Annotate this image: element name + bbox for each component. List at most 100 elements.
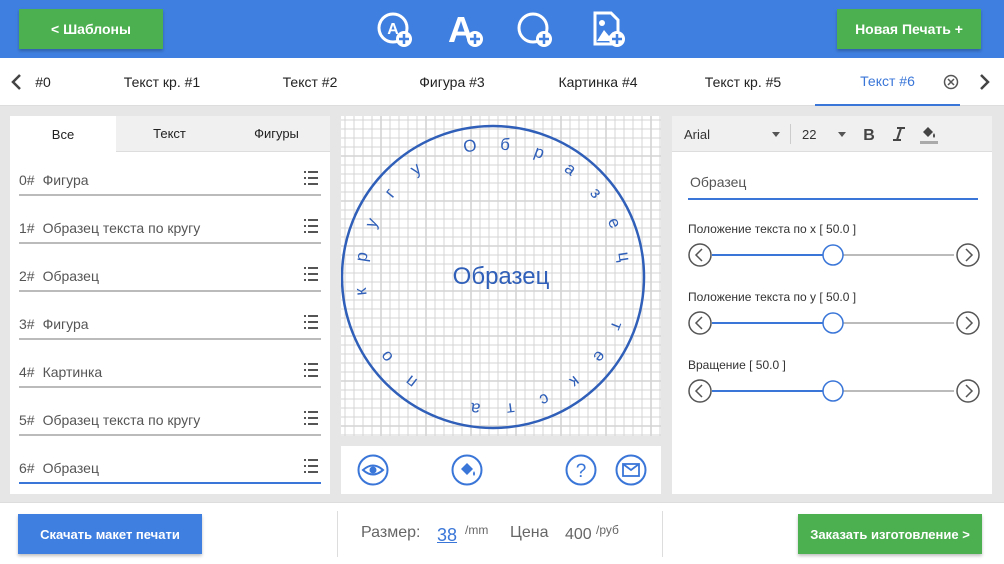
circle-text-char: а xyxy=(561,158,580,179)
item-label: Фигура xyxy=(42,172,89,188)
text-color-icon[interactable] xyxy=(919,123,939,145)
item-number: 1# xyxy=(19,220,35,236)
item-label: Образец xyxy=(42,460,99,476)
add-circle-text-icon[interactable]: A xyxy=(375,8,417,50)
item-label: Образец текста по кругу xyxy=(42,220,201,236)
subtab-shapes[interactable]: Фигуры xyxy=(223,116,330,152)
order-button[interactable]: Заказать изготовление > xyxy=(798,514,982,554)
size-value[interactable]: 38 xyxy=(437,525,457,546)
list-item[interactable]: 0# Фигура xyxy=(19,152,321,196)
item-label: Образец xyxy=(42,268,99,284)
slider-label: Положение текста по y [ 50.0 ] xyxy=(688,290,857,304)
add-image-icon[interactable] xyxy=(587,8,629,50)
footer-divider-right xyxy=(662,511,663,557)
tab-6[interactable]: Текст #6 xyxy=(815,58,960,106)
price-unit: /руб xyxy=(596,523,619,537)
object-tabs-bar: #0 Текст кр. #1 Текст #2 Фигура #3 Карти… xyxy=(0,58,1004,106)
new-print-button[interactable]: Новая Печать + xyxy=(837,9,981,49)
tab-0[interactable]: #0 xyxy=(26,58,60,106)
slider-label: Вращение [ 50.0 ] xyxy=(688,358,786,372)
canvas-panel: Образецтекстапокругу Образец xyxy=(340,116,661,436)
circle-text-char: О xyxy=(462,135,478,156)
decrement-icon[interactable] xyxy=(688,243,712,267)
top-bar: < Шаблоны A A Новая Печать + xyxy=(0,0,1004,58)
circle-text-char: б xyxy=(499,135,511,155)
properties-panel: Arial 22 B Образец Положение текста по x… xyxy=(672,116,992,494)
send-mail-icon[interactable] xyxy=(615,454,647,486)
price-label: Цена xyxy=(510,524,549,541)
increment-icon[interactable] xyxy=(956,243,980,267)
circle-text-char: ц xyxy=(614,250,634,263)
layers-panel: Все Текст Фигуры 0# Фигура 1# Образец текст… xyxy=(10,116,330,494)
chevron-right-icon[interactable] xyxy=(977,73,991,91)
item-number: 3# xyxy=(19,316,35,332)
slider-row xyxy=(688,243,980,267)
templates-button[interactable]: < Шаблоны xyxy=(19,9,163,49)
font-size-select[interactable]: 22 xyxy=(796,116,850,152)
increment-icon[interactable] xyxy=(956,379,980,403)
list-item[interactable]: 6# Образец xyxy=(19,440,321,484)
svg-text:?: ? xyxy=(576,461,587,482)
stamp-canvas[interactable]: Об разецтекстапокругу Образец xyxy=(340,116,661,436)
bottom-bar: Скачать макет печати Размер: 38 /mm Цена… xyxy=(0,502,1004,564)
subtab-all[interactable]: Все xyxy=(10,116,116,152)
svg-text:B: B xyxy=(863,127,875,143)
circle-text-char: р xyxy=(351,251,371,263)
format-toolbar: Arial 22 B xyxy=(672,116,992,152)
italic-icon[interactable] xyxy=(890,125,908,143)
item-menu-icon[interactable] xyxy=(303,170,319,186)
chevron-left-icon[interactable] xyxy=(10,73,24,91)
fill-color-icon[interactable] xyxy=(451,454,483,486)
font-size-value: 22 xyxy=(802,126,817,142)
footer-divider-left xyxy=(337,511,338,557)
slider-thumb[interactable] xyxy=(822,380,844,402)
item-menu-icon[interactable] xyxy=(303,458,319,474)
close-tab-icon[interactable] xyxy=(943,74,959,90)
slider-thumb[interactable] xyxy=(822,244,844,266)
bold-icon[interactable]: B xyxy=(860,125,878,143)
size-label: Размер: xyxy=(361,524,421,541)
tab-3[interactable]: Фигура #3 xyxy=(392,58,512,106)
help-icon[interactable]: ? xyxy=(565,454,597,486)
list-item[interactable]: 2# Образец xyxy=(19,248,321,292)
tab-5[interactable]: Текст кр. #5 xyxy=(683,58,803,106)
item-number: 0# xyxy=(19,172,35,188)
decrement-icon[interactable] xyxy=(688,311,712,335)
subtab-text[interactable]: Текст xyxy=(116,116,223,152)
font-value: Arial xyxy=(684,126,711,142)
item-number: 2# xyxy=(19,268,35,284)
item-menu-icon[interactable] xyxy=(303,362,319,378)
item-number: 4# xyxy=(19,364,35,380)
canvas-toolbar: ? xyxy=(341,446,661,494)
item-menu-icon[interactable] xyxy=(303,314,319,330)
item-menu-icon[interactable] xyxy=(303,218,319,234)
item-menu-icon[interactable] xyxy=(303,410,319,426)
item-number: 5# xyxy=(19,412,35,428)
decrement-icon[interactable] xyxy=(688,379,712,403)
list-item[interactable]: 3# Фигура xyxy=(19,296,321,340)
text-value-input[interactable]: Образец xyxy=(688,174,978,200)
item-label: Фигура xyxy=(42,316,89,332)
toolbar-divider xyxy=(790,124,791,144)
item-menu-icon[interactable] xyxy=(303,266,319,282)
slider-label: Положение текста по x [ 50.0 ] xyxy=(688,222,857,236)
font-dropdown-icon xyxy=(772,132,780,137)
tab-2[interactable]: Текст #2 xyxy=(250,58,370,106)
slider-row xyxy=(688,311,980,335)
tab-4[interactable]: Картинка #4 xyxy=(536,58,660,106)
list-item[interactable]: 4# Картинка xyxy=(19,344,321,388)
download-layout-button[interactable]: Скачать макет печати xyxy=(18,514,202,554)
tab-1[interactable]: Текст кр. #1 xyxy=(102,58,222,106)
list-item[interactable]: 1# Образец текста по кругу xyxy=(19,200,321,244)
item-label: Образец текста по кругу xyxy=(42,412,201,428)
add-shape-icon[interactable] xyxy=(515,8,557,50)
size-unit: /mm xyxy=(465,523,489,537)
increment-icon[interactable] xyxy=(956,311,980,335)
eye-icon[interactable] xyxy=(357,454,389,486)
item-number: 6# xyxy=(19,460,35,476)
size-dropdown-icon xyxy=(838,132,846,137)
slider-thumb[interactable] xyxy=(822,312,844,334)
font-select[interactable]: Arial xyxy=(678,116,786,152)
list-item[interactable]: 5# Образец текста по кругу xyxy=(19,392,321,436)
add-text-icon[interactable]: A xyxy=(445,8,487,50)
